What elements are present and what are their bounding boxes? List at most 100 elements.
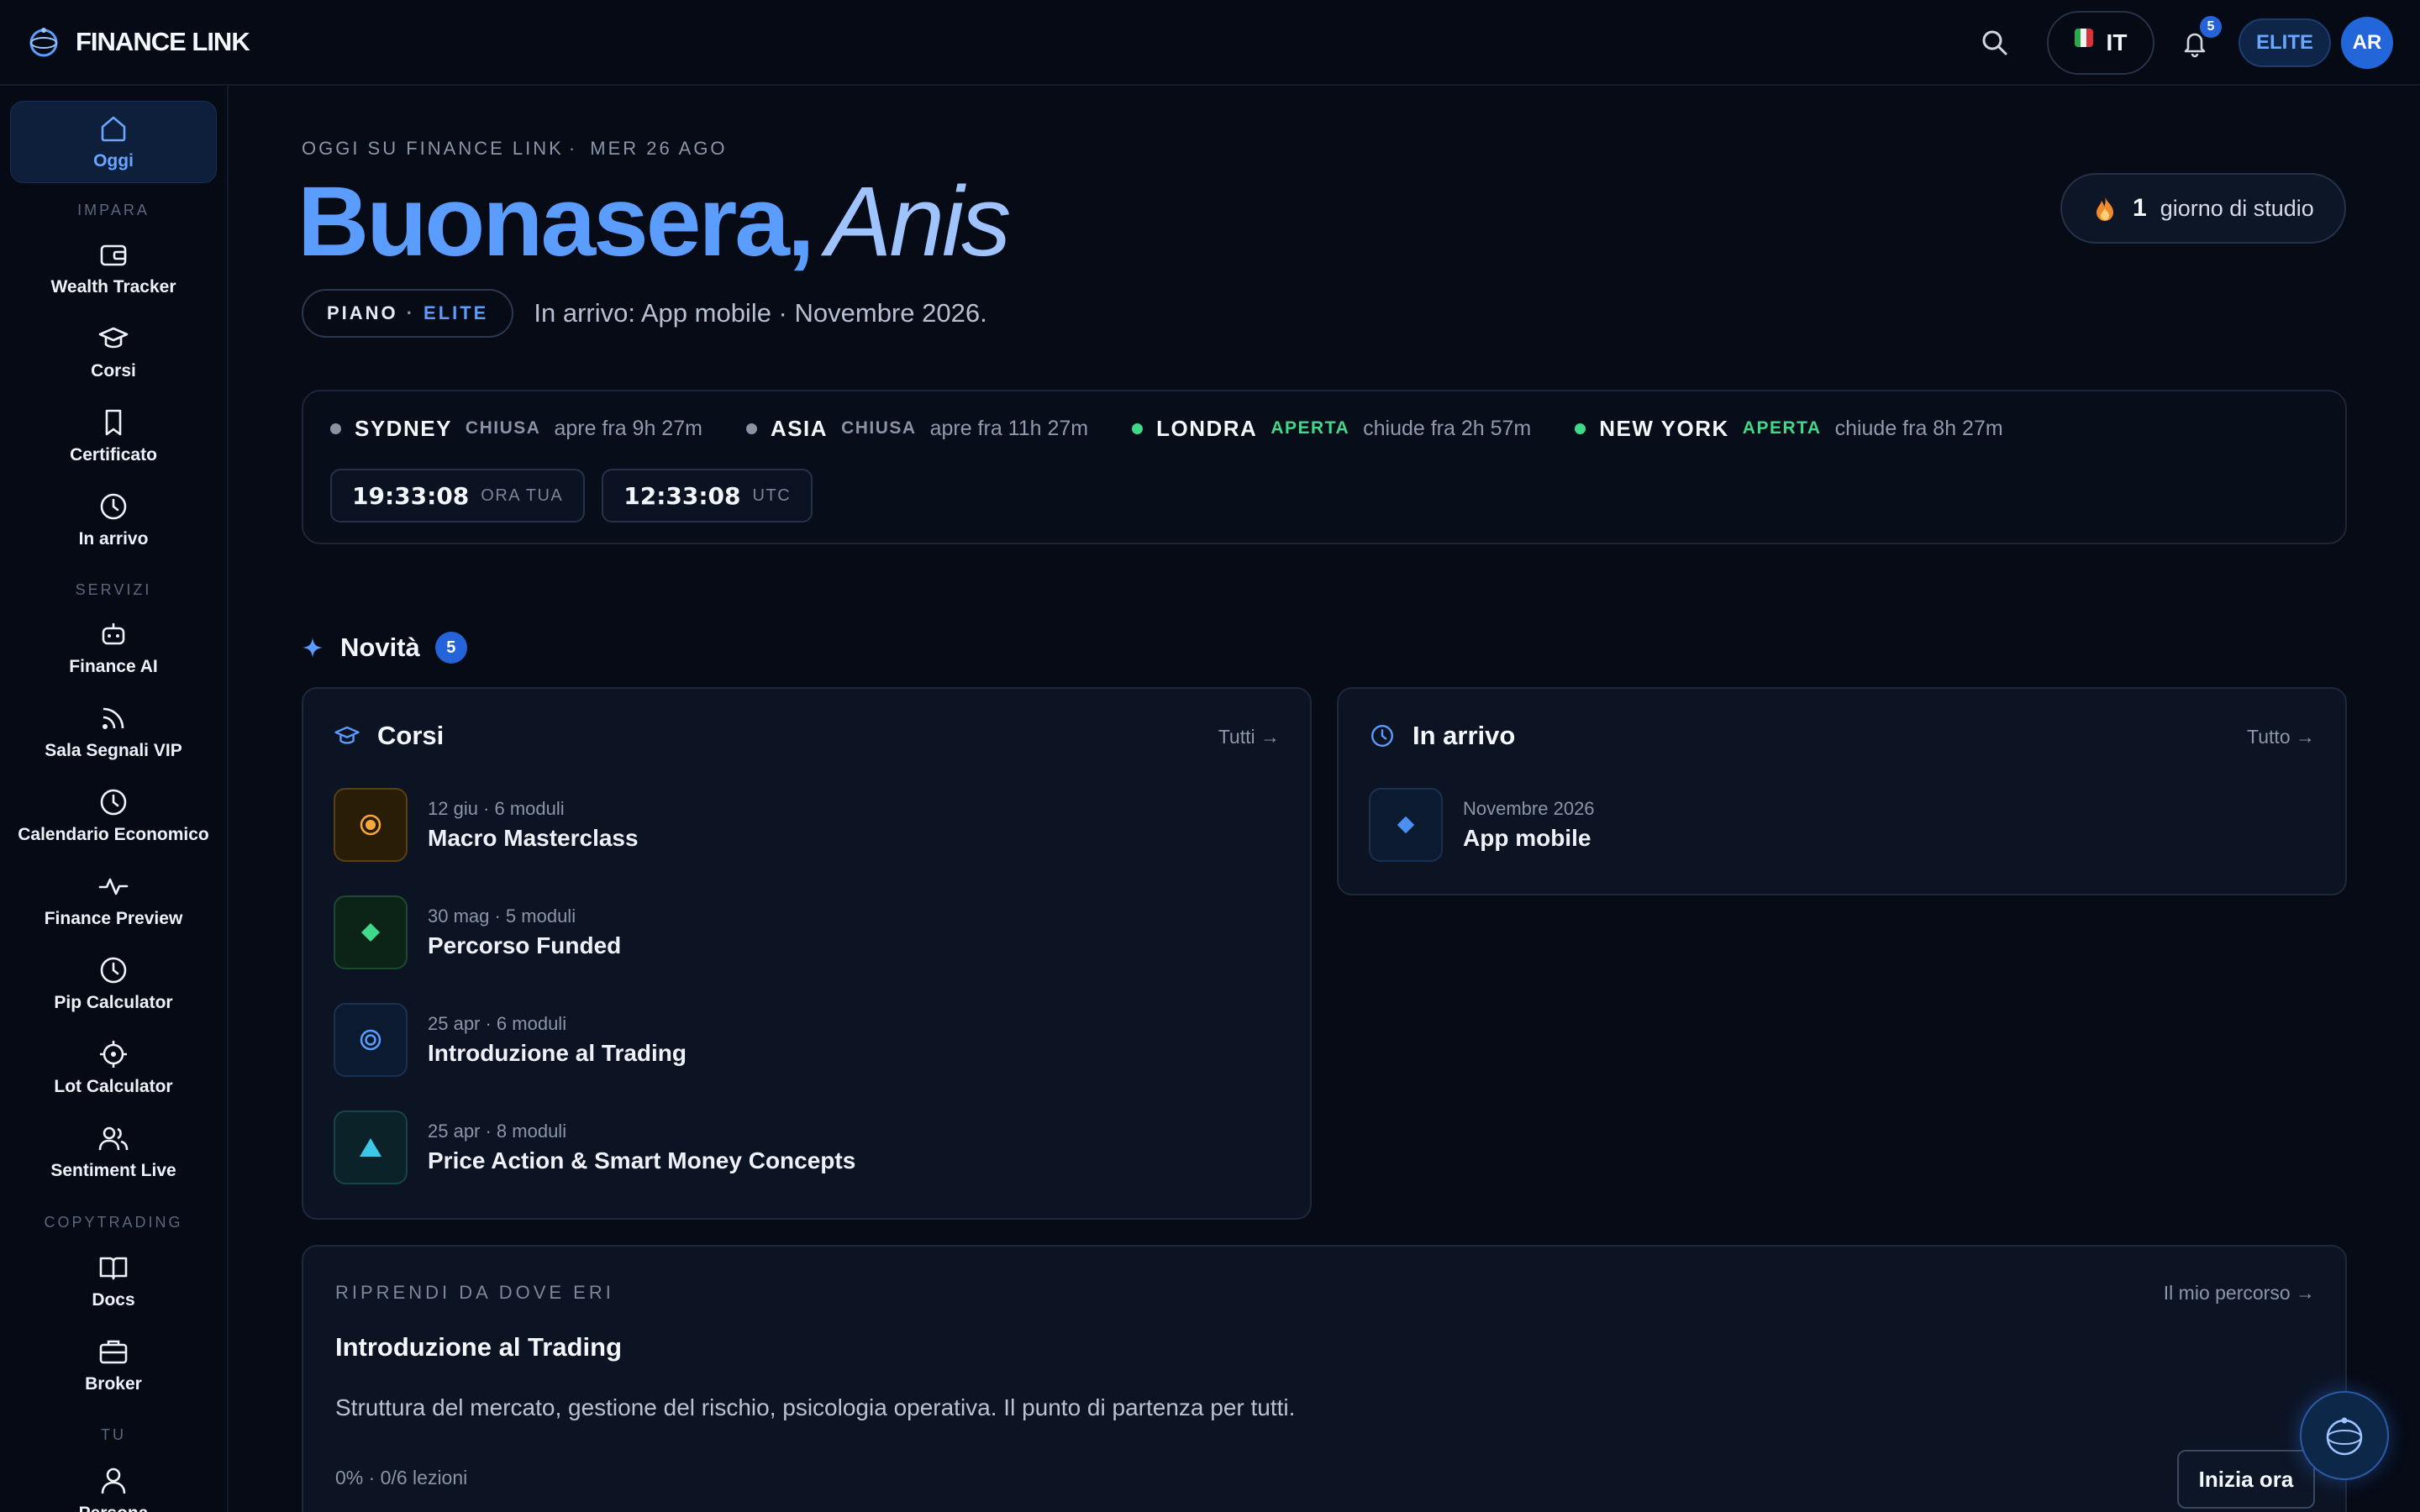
top-bar: FINANCE LINK IT 5 ELITE AR [0, 0, 2420, 86]
resume-card: RIPRENDI DA DOVE ERI Il mio percorso → I… [302, 1245, 2347, 1512]
upcoming-card: In arrivo Tutto → Novembre 2026 App mobi… [1337, 687, 2347, 895]
market-session-new-york: NEW YORK APERTA chiude fra 8h 27m [1575, 415, 2003, 442]
market-status: APERTA [1742, 418, 1822, 438]
all-courses-link[interactable]: Tutti → [1218, 726, 1280, 748]
sidebar-item-label: In arrivo [78, 529, 149, 549]
my-path-link[interactable]: Il mio percorso → [2164, 1282, 2315, 1305]
sidebar-item-label: Sentiment Live [50, 1161, 176, 1180]
course-item-macro-masterclass[interactable]: 12 giu · 6 moduli Macro Masterclass [334, 788, 639, 862]
sidebar-item-oggi[interactable]: Oggi [10, 101, 217, 183]
graduation-cap-icon [98, 327, 129, 349]
bookmark-icon [105, 409, 122, 436]
sidebar-item-label: Wealth Tracker [50, 277, 176, 297]
resume-course-title: Introduzione al Trading [335, 1332, 622, 1362]
sidebar-item-label: Sala Segnali VIP [45, 741, 182, 760]
course-thumb [1369, 788, 1443, 862]
diamond-icon [1397, 816, 1415, 834]
graduation-cap-icon [334, 726, 360, 744]
sidebar-item-persona[interactable]: Persona [10, 1453, 217, 1512]
resume-course-description: Struttura del mercato, gestione del risc… [335, 1394, 1296, 1420]
plan-badge[interactable]: ELITE [2238, 18, 2331, 67]
page-title: Buonasera, Anis [297, 163, 1011, 281]
sidebar-item-docs[interactable]: Docs [10, 1240, 217, 1322]
study-streak[interactable]: 1 giorno di studio [2060, 173, 2346, 244]
sidebar-item-finance-preview[interactable]: Finance Preview [10, 858, 217, 941]
brand[interactable]: FINANCE LINK [27, 25, 250, 59]
card-header: Corsi [334, 721, 444, 751]
search-icon[interactable] [1978, 26, 2012, 60]
plan-tier: ELITE [424, 302, 489, 323]
avatar[interactable]: AR [2341, 17, 2393, 69]
clock-time: 19:33:08 [352, 481, 470, 510]
sidebar-section-tu: TU [101, 1426, 126, 1443]
sidebar-item-certificato[interactable]: Certificato [10, 395, 217, 477]
market-status: APERTA [1270, 418, 1350, 438]
status-dot [745, 423, 757, 434]
courses-card: Corsi Tutti → 12 giu · 6 moduli Macro Ma… [302, 687, 1312, 1220]
sidebar-item-label: Corsi [91, 361, 136, 381]
flame-icon [2096, 197, 2113, 221]
resume-eyebrow: RIPRENDI DA DOVE ERI [335, 1282, 614, 1303]
plan-pill[interactable]: PIANO · ELITE [302, 289, 514, 338]
sidebar-item-broker[interactable]: Broker [10, 1324, 217, 1406]
crosshair-icon [100, 1041, 127, 1068]
course-item-percorso-funded[interactable]: 30 mag · 5 moduli Percorso Funded [334, 895, 621, 969]
sidebar-item-label: Oggi [93, 151, 134, 171]
course-name: Price Action & Smart Money Concepts [428, 1147, 856, 1173]
course-thumb [334, 1110, 408, 1184]
upcoming-item-app-mobile[interactable]: Novembre 2026 App mobile [1369, 788, 1595, 862]
triangle-icon [360, 1138, 381, 1157]
clock-time: 12:33:08 [623, 481, 741, 510]
language-selector[interactable]: IT [2047, 11, 2154, 75]
sidebar-item-finance-ai[interactable]: Finance AI [10, 606, 217, 689]
eyebrow-separator: · [568, 138, 578, 159]
plan-separator: · [406, 302, 416, 323]
news-title: Novità [340, 633, 420, 662]
course-name: Macro Masterclass [428, 825, 639, 851]
clock-icon [100, 789, 127, 816]
course-thumb [334, 788, 408, 862]
eyebrow-label: OGGI SU FINANCE LINK [302, 138, 564, 159]
market-detail: chiude fra 8h 27m [1834, 416, 2003, 440]
sidebar-item-label: Calendario Economico [18, 825, 209, 844]
sidebar-item-sentiment-live[interactable]: Sentiment Live [10, 1110, 217, 1193]
sidebar-item-in-arrivo[interactable]: In arrivo [10, 479, 217, 561]
news-header: Novità 5 [302, 632, 467, 664]
target-circle-icon [360, 814, 381, 836]
market-name: LONDRA [1156, 415, 1258, 441]
course-meta: 25 apr · 6 moduli [428, 1013, 567, 1034]
clock-label: ORA TUA [481, 486, 564, 505]
sidebar-item-label: Persona [79, 1504, 149, 1512]
users-icon [98, 1126, 129, 1151]
user-icon [101, 1467, 126, 1494]
sidebar-item-pip-calculator[interactable]: Pip Calculator [10, 942, 217, 1025]
sidebar-section-servizi: SERVIZI [75, 581, 152, 598]
course-item-introduzione-al-trading[interactable]: 25 apr · 6 moduli Introduzione al Tradin… [334, 1003, 687, 1077]
sidebar-item-calendario-economico[interactable]: Calendario Economico [10, 774, 217, 857]
start-now-button[interactable]: Inizia ora [2177, 1450, 2315, 1509]
market-sessions-panel: SYDNEY CHIUSA apre fra 9h 27m ASIA CHIUS… [302, 390, 2347, 544]
notifications-button[interactable]: 5 [2178, 16, 2222, 60]
card-title: In arrivo [1413, 721, 1516, 750]
news-count-badge: 5 [434, 632, 467, 664]
sidebar-item-label: Certificato [70, 445, 157, 465]
sidebar-section-impara: IMPARA [77, 202, 150, 218]
sidebar-item-label: Docs [92, 1290, 135, 1310]
assistant-fab-button[interactable] [2300, 1391, 2389, 1480]
clocks-row: 19:33:08 ORA TUA 12:33:08 UTC [330, 469, 829, 522]
sidebar-item-label: Pip Calculator [54, 993, 173, 1012]
market-session-londra: LONDRA APERTA chiude fra 2h 57m [1132, 416, 1531, 442]
course-item-price-action[interactable]: 25 apr · 8 moduli Price Action & Smart M… [334, 1110, 855, 1184]
sidebar-item-sala-segnali-vip[interactable]: Sala Segnali VIP [10, 690, 217, 773]
sidebar-item-corsi[interactable]: Corsi [10, 311, 217, 393]
market-name: NEW YORK [1599, 415, 1729, 441]
pulse-icon [98, 878, 129, 895]
status-dot [1575, 423, 1586, 434]
sidebar-item-lot-calculator[interactable]: Lot Calculator [10, 1026, 217, 1109]
concentric-circle-icon [360, 1029, 381, 1051]
market-status: CHIUSA [841, 418, 917, 438]
all-upcoming-link[interactable]: Tutto → [2247, 726, 2315, 748]
sidebar-item-wealth-tracker[interactable]: Wealth Tracker [10, 227, 217, 309]
market-name: ASIA [770, 415, 829, 441]
home-icon [101, 116, 126, 142]
